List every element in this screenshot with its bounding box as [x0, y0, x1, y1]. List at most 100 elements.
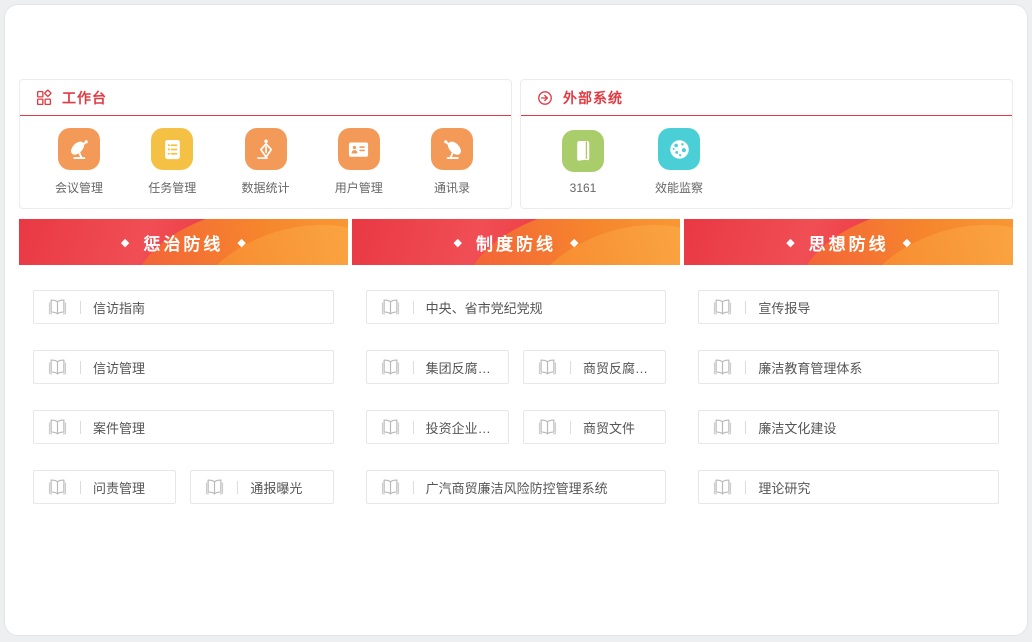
workbench-title: 工作台	[62, 88, 107, 108]
grid-icon	[35, 89, 53, 107]
btn-gac-commerce-integrity-risk-system[interactable]: 广汽商贸廉洁风险防控管理系统	[366, 470, 667, 504]
main-card: 工作台 会议管理 任务管理 数据统计	[4, 4, 1028, 636]
btn-central-provincial-party-rules[interactable]: 中央、省市党纪党规	[366, 290, 667, 324]
open-book-icon	[46, 477, 69, 497]
external-systems-apps: 3161 效能监察	[521, 116, 1012, 208]
btn-integrity-education-system[interactable]: 廉洁教育管理体系	[698, 350, 999, 384]
id-card-icon	[338, 128, 380, 170]
app-label: 会议管理	[55, 179, 103, 196]
app-label: 3161	[570, 181, 597, 195]
btn-integrity-culture-building[interactable]: 廉洁文化建设	[698, 410, 999, 444]
btn-investment-enterprise-anticorruption[interactable]: 投资企业反腐...	[366, 410, 509, 444]
app-task-management[interactable]: 任务管理	[142, 128, 202, 196]
punishment-line-column: 信访指南 信访管理 案件管理 问责管理	[19, 290, 348, 504]
open-book-icon	[711, 477, 734, 497]
satellite-dish-alt-icon	[431, 128, 473, 170]
banner-institution-line: ◆ 制度防线 ◆	[352, 219, 681, 265]
diamond-icon: ◆	[121, 236, 129, 249]
institution-line-column: 中央、省市党纪党规 集团反腐制度 商贸反腐制度 投资企业反	[352, 290, 681, 504]
open-book-icon	[379, 297, 402, 317]
app-data-statistics[interactable]: 数据统计	[236, 128, 296, 196]
diamond-icon: ◆	[570, 236, 578, 249]
open-book-icon	[203, 477, 226, 497]
banner-ideology-line: ◆ 思想防线 ◆	[684, 219, 1013, 265]
app-contacts[interactable]: 通讯录	[422, 128, 482, 196]
app-label: 数据统计	[241, 179, 289, 196]
menu-button-label: 商贸文件	[583, 418, 635, 437]
app-label: 效能监察	[655, 179, 703, 196]
app-efficiency-monitoring[interactable]: 效能监察	[649, 128, 709, 196]
section-banners-row: ◆ 惩治防线 ◆ ◆ 制度防线 ◆ ◆ 思想防线 ◆	[19, 219, 1013, 265]
divider	[745, 301, 746, 314]
open-book-icon	[379, 417, 402, 437]
globe-icon	[658, 128, 700, 170]
divider	[745, 481, 746, 494]
btn-commerce-anticorruption-rules[interactable]: 商贸反腐制度	[523, 350, 666, 384]
open-book-icon	[711, 417, 734, 437]
divider	[237, 481, 238, 494]
app-label: 通讯录	[434, 179, 470, 196]
open-book-icon	[46, 357, 69, 377]
diamond-icon: ◆	[454, 236, 462, 249]
top-panels-row: 工作台 会议管理 任务管理 数据统计	[19, 79, 1013, 209]
banner-label: 制度防线	[476, 230, 556, 255]
btn-petition-management[interactable]: 信访管理	[33, 350, 334, 384]
btn-notification-exposure[interactable]: 通报曝光	[190, 470, 333, 504]
menu-button-label: 中央、省市党纪党规	[426, 298, 543, 317]
task-list-icon	[151, 128, 193, 170]
btn-accountability-management[interactable]: 问责管理	[33, 470, 176, 504]
open-book-icon	[46, 297, 69, 317]
divider	[570, 421, 571, 434]
btn-commerce-documents[interactable]: 商贸文件	[523, 410, 666, 444]
arrow-circle-icon	[536, 89, 554, 107]
open-book-icon	[536, 417, 559, 437]
workbench-panel: 工作台 会议管理 任务管理 数据统计	[19, 79, 512, 209]
divider	[80, 301, 81, 314]
pen-chart-icon	[245, 128, 287, 170]
divider	[745, 421, 746, 434]
btn-petition-guide[interactable]: 信访指南	[33, 290, 334, 324]
menu-button-label: 集团反腐制度	[426, 358, 500, 377]
btn-case-management[interactable]: 案件管理	[33, 410, 334, 444]
diamond-icon: ◆	[237, 236, 245, 249]
divider	[80, 361, 81, 374]
menu-button-label: 廉洁文化建设	[758, 418, 836, 437]
menu-button-label: 理论研究	[758, 478, 810, 497]
banner-label: 思想防线	[809, 230, 889, 255]
diamond-icon: ◆	[903, 236, 911, 249]
ideology-line-column: 宣传报导 廉洁教育管理体系 廉洁文化建设 理论研究	[684, 290, 1013, 504]
divider	[745, 361, 746, 374]
banner-label: 惩治防线	[143, 230, 223, 255]
divider	[413, 361, 414, 374]
app-meeting-management[interactable]: 会议管理	[49, 128, 109, 196]
menu-button-label: 宣传报导	[758, 298, 810, 317]
divider	[570, 361, 571, 374]
book-icon	[562, 130, 604, 172]
banner-punishment-line: ◆ 惩治防线 ◆	[19, 219, 348, 265]
btn-theoretical-research[interactable]: 理论研究	[698, 470, 999, 504]
divider	[80, 481, 81, 494]
menu-button-label: 投资企业反腐...	[426, 418, 500, 437]
open-book-icon	[711, 357, 734, 377]
menu-button-label: 案件管理	[93, 418, 145, 437]
app-label: 任务管理	[148, 179, 196, 196]
divider	[80, 421, 81, 434]
open-book-icon	[536, 357, 559, 377]
menu-button-label: 商贸反腐制度	[583, 358, 657, 377]
app-3161[interactable]: 3161	[553, 130, 613, 195]
menu-button-label: 信访管理	[93, 358, 145, 377]
open-book-icon	[379, 477, 402, 497]
workbench-apps: 会议管理 任务管理 数据统计 用户管理	[20, 116, 511, 208]
app-user-management[interactable]: 用户管理	[329, 128, 389, 196]
open-book-icon	[46, 417, 69, 437]
btn-group-anticorruption-rules[interactable]: 集团反腐制度	[366, 350, 509, 384]
menu-button-label: 信访指南	[93, 298, 145, 317]
divider	[413, 301, 414, 314]
diamond-icon: ◆	[786, 236, 794, 249]
open-book-icon	[711, 297, 734, 317]
btn-publicity-reports[interactable]: 宣传报导	[698, 290, 999, 324]
satellite-dish-icon	[58, 128, 100, 170]
app-label: 用户管理	[335, 179, 383, 196]
menu-button-label: 问责管理	[93, 478, 145, 497]
external-systems-panel: 外部系统 3161 效能监察	[520, 79, 1013, 209]
